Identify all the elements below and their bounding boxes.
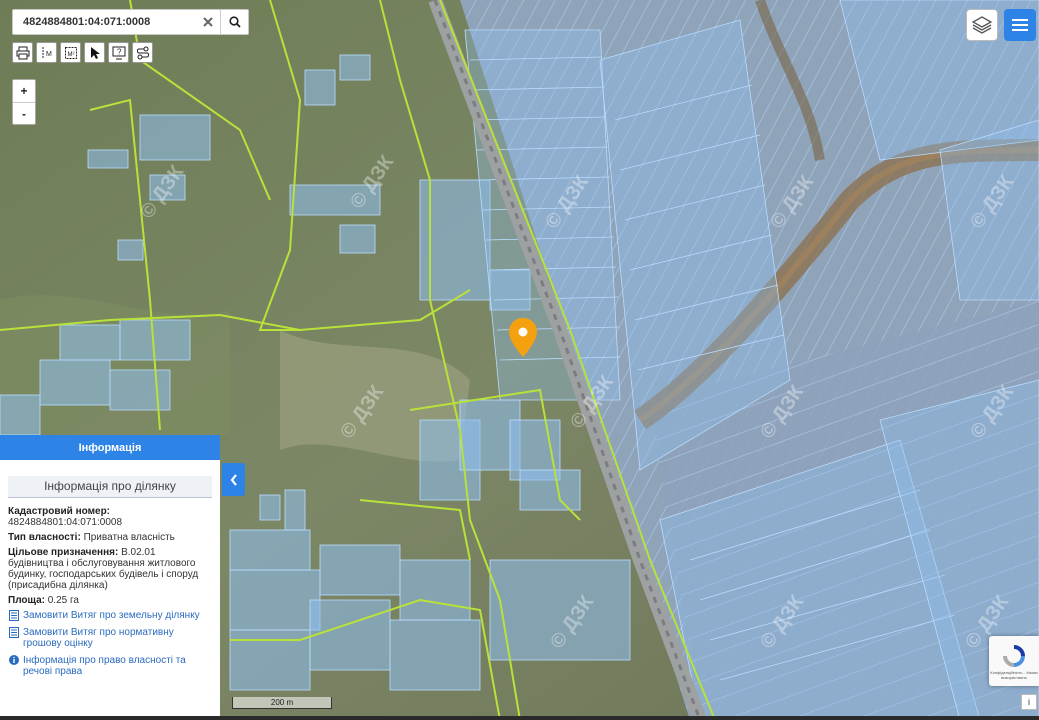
ownership-rights-link[interactable]: Інформація про право власності та речові… bbox=[8, 655, 212, 677]
chevron-left-icon bbox=[230, 473, 237, 486]
scale-label: 200 m bbox=[270, 698, 294, 707]
ownership-value: Приватна власність bbox=[83, 532, 175, 543]
info-circle-icon bbox=[9, 655, 19, 665]
document-icon bbox=[9, 610, 19, 621]
bottom-bar bbox=[0, 716, 1039, 720]
panel-subtitle: Інформація про ділянку bbox=[8, 476, 212, 498]
select-pointer-icon bbox=[90, 46, 100, 59]
search-icon bbox=[228, 16, 241, 28]
svg-text:?: ? bbox=[117, 47, 122, 56]
clear-icon[interactable] bbox=[196, 10, 220, 34]
recaptcha-badge[interactable]: Конфіденційність - Умови використання bbox=[989, 636, 1039, 686]
layers-button[interactable] bbox=[966, 9, 998, 41]
link-label: Замовити Витяг про земельну ділянку bbox=[23, 610, 200, 621]
cadastral-label: Кадастровий номер: bbox=[8, 506, 111, 517]
collapse-panel-button[interactable] bbox=[222, 463, 245, 496]
search-bar bbox=[12, 9, 249, 35]
area-value: 0.25 га bbox=[47, 595, 79, 606]
search-button[interactable] bbox=[220, 10, 248, 34]
measure-area-button[interactable]: M² bbox=[60, 42, 81, 63]
scale-bar: 200 m bbox=[232, 697, 332, 709]
svg-text:M: M bbox=[46, 51, 52, 58]
zoom-in-button[interactable]: + bbox=[13, 80, 35, 102]
recaptcha-text: Конфіденційність - Умови використання bbox=[990, 670, 1038, 680]
measure-area-icon: M² bbox=[64, 46, 77, 59]
measure-distance-icon: M bbox=[42, 46, 52, 59]
link-label: Замовити Витяг про нормативну грошову оц… bbox=[23, 627, 174, 649]
document-icon bbox=[9, 627, 19, 638]
select-pointer-button[interactable] bbox=[84, 42, 105, 63]
identify-icon: ? bbox=[112, 46, 125, 59]
hamburger-icon bbox=[1012, 19, 1028, 31]
recaptcha-icon bbox=[1003, 645, 1025, 667]
layers-icon bbox=[971, 16, 993, 34]
zoom-out-button[interactable]: - bbox=[13, 102, 35, 124]
route-icon bbox=[136, 46, 149, 59]
order-land-extract-link[interactable]: Замовити Витяг про земельну ділянку bbox=[8, 610, 212, 621]
ownership-label: Тип власності: bbox=[8, 532, 81, 543]
identify-button[interactable]: ? bbox=[108, 42, 129, 63]
measure-distance-button[interactable]: M bbox=[36, 42, 57, 63]
svg-text:M²: M² bbox=[67, 52, 74, 58]
menu-button[interactable] bbox=[1004, 9, 1036, 41]
link-label: Інформація про право власності та речові… bbox=[23, 655, 186, 677]
cadastral-value: 4824884801:04:071:0008 bbox=[8, 517, 123, 528]
zoom-control: + - bbox=[12, 79, 36, 125]
toolbar: M M² ? bbox=[12, 42, 153, 63]
route-button[interactable] bbox=[132, 42, 153, 63]
print-button[interactable] bbox=[12, 42, 33, 63]
order-valuation-extract-link[interactable]: Замовити Витяг про нормативну грошову оц… bbox=[8, 627, 212, 649]
print-icon bbox=[16, 46, 29, 59]
purpose-label: Цільове призначення: bbox=[8, 547, 119, 558]
search-input[interactable] bbox=[13, 10, 196, 34]
attribution-button[interactable]: i bbox=[1021, 694, 1037, 710]
area-label: Площа: bbox=[8, 595, 45, 606]
panel-header: Інформація bbox=[0, 435, 220, 460]
info-panel: Інформація Інформація про ділянку Кадаст… bbox=[0, 435, 220, 720]
